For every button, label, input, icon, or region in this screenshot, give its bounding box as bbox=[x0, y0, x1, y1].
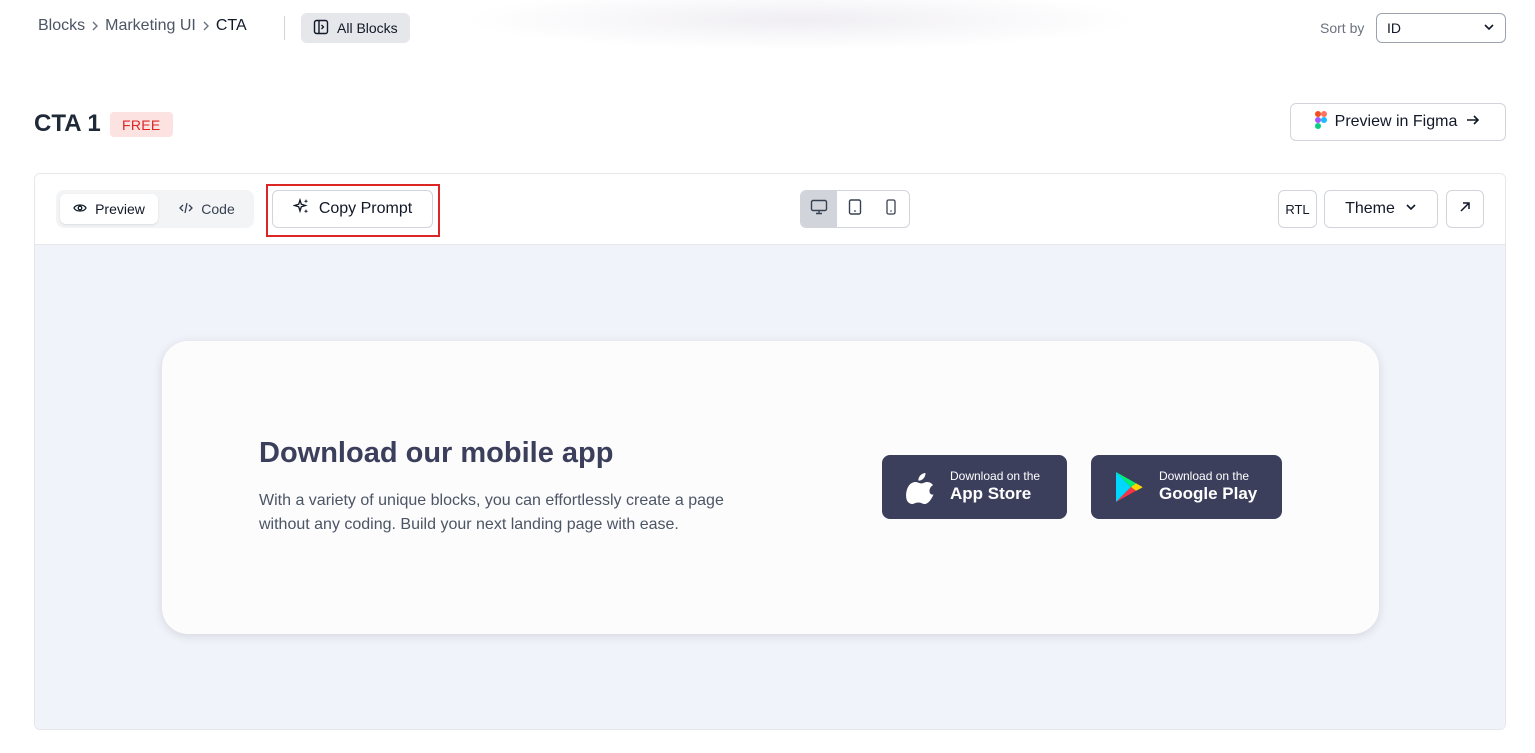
page-title: CTA 1 bbox=[34, 110, 101, 137]
app-store-small: Download on the bbox=[950, 469, 1041, 483]
chevron-down-icon bbox=[1483, 20, 1495, 36]
decorative-glow bbox=[460, 0, 1140, 50]
google-play-icon bbox=[1113, 469, 1145, 505]
google-play-small: Download on the bbox=[1159, 469, 1250, 483]
figma-icon bbox=[1314, 110, 1327, 134]
sort-select[interactable]: ID bbox=[1376, 13, 1506, 43]
google-play-button[interactable]: Download on the Google Play bbox=[1091, 455, 1282, 519]
device-desktop-button[interactable] bbox=[801, 191, 837, 227]
device-switcher bbox=[800, 190, 910, 228]
preview-in-figma-button[interactable]: Preview in Figma bbox=[1290, 103, 1506, 141]
code-icon bbox=[179, 201, 194, 218]
app-store-button[interactable]: Download on the App Store bbox=[882, 455, 1067, 519]
preview-frame: Preview Code Copy Prompt RTL Theme Downl… bbox=[34, 173, 1506, 730]
sort-value: ID bbox=[1387, 20, 1401, 36]
device-mobile-button[interactable] bbox=[873, 191, 909, 227]
sidebar-panel-icon bbox=[313, 19, 329, 38]
breadcrumb-blocks[interactable]: Blocks bbox=[38, 17, 85, 35]
open-external-button[interactable] bbox=[1446, 190, 1484, 228]
tab-code-label: Code bbox=[201, 201, 235, 217]
chevron-down-icon bbox=[1405, 200, 1417, 218]
theme-label: Theme bbox=[1345, 200, 1395, 217]
breadcrumb-marketing-ui[interactable]: Marketing UI bbox=[105, 17, 196, 35]
arrow-right-icon bbox=[1465, 112, 1481, 133]
all-blocks-label: All Blocks bbox=[337, 20, 398, 36]
all-blocks-button[interactable]: All Blocks bbox=[301, 13, 410, 43]
rtl-button[interactable]: RTL bbox=[1278, 190, 1317, 228]
status-badge: FREE bbox=[110, 112, 173, 137]
apple-icon bbox=[904, 469, 936, 505]
chevron-right-icon bbox=[196, 21, 216, 31]
app-store-big: App Store bbox=[950, 484, 1032, 503]
copy-prompt-label: Copy Prompt bbox=[318, 200, 413, 217]
desktop-icon bbox=[810, 199, 828, 220]
tablet-icon bbox=[848, 198, 862, 220]
eye-icon bbox=[73, 201, 87, 218]
tab-preview[interactable]: Preview bbox=[60, 194, 158, 224]
sparkles-icon bbox=[292, 197, 310, 220]
cta-card: Download our mobile app With a variety o… bbox=[162, 341, 1379, 634]
preview-in-figma-label: Preview in Figma bbox=[1334, 113, 1458, 130]
preview-toolbar: Preview Code Copy Prompt RTL Theme bbox=[35, 174, 1505, 245]
google-play-big: Google Play bbox=[1159, 484, 1258, 503]
arrow-up-right-icon bbox=[1458, 200, 1472, 219]
mobile-icon bbox=[886, 198, 896, 220]
device-tablet-button[interactable] bbox=[837, 191, 873, 227]
tab-preview-label: Preview bbox=[95, 201, 145, 217]
sort-by-label: Sort by bbox=[1320, 20, 1365, 36]
breadcrumb: Blocks Marketing UI CTA bbox=[38, 17, 247, 35]
breadcrumb-cta: CTA bbox=[215, 17, 247, 34]
view-toggle: Preview Code bbox=[56, 190, 254, 228]
cta-description: With a variety of unique blocks, you can… bbox=[259, 492, 724, 533]
google-play-text: Download on the Google Play bbox=[1159, 469, 1257, 505]
top-bar: Blocks Marketing UI CTA All Blocks Sort … bbox=[0, 0, 1535, 56]
cta-title: Download our mobile app bbox=[259, 437, 614, 469]
tab-code[interactable]: Code bbox=[164, 194, 250, 224]
app-store-text: Download on the App Store bbox=[950, 469, 1040, 505]
chevron-right-icon bbox=[85, 21, 105, 31]
preview-canvas: Download our mobile app With a variety o… bbox=[35, 245, 1505, 729]
divider bbox=[284, 16, 285, 40]
copy-prompt-button[interactable]: Copy Prompt bbox=[272, 190, 433, 228]
theme-dropdown[interactable]: Theme bbox=[1324, 190, 1438, 228]
